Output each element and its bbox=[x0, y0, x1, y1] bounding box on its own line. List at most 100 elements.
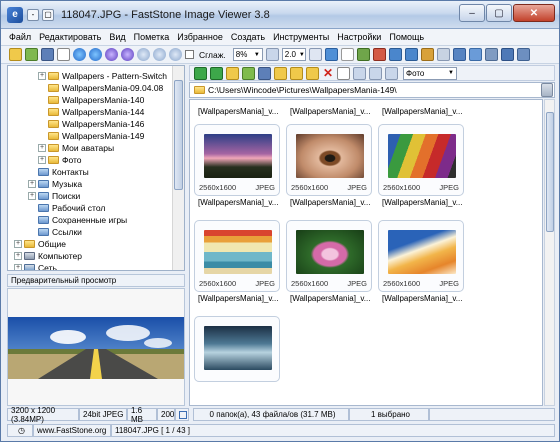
tree-item[interactable]: WallpapersMania-09.04.08 bbox=[48, 82, 163, 94]
maximize-button[interactable]: ▢ bbox=[486, 4, 512, 22]
next-icon[interactable] bbox=[121, 48, 134, 61]
thumbnails-view-icon[interactable] bbox=[353, 66, 366, 80]
recycle-icon[interactable] bbox=[541, 83, 553, 97]
layout-icon[interactable] bbox=[516, 48, 530, 61]
tree-item[interactable]: Ссылки bbox=[38, 226, 82, 238]
thumbnail[interactable]: 2560x1600 JPEG bbox=[194, 124, 280, 196]
filter-icon[interactable] bbox=[385, 66, 398, 80]
copy-to-icon[interactable] bbox=[290, 66, 303, 80]
expand-icon[interactable]: + bbox=[14, 252, 22, 260]
tree-item[interactable]: WallpapersMania-140 bbox=[48, 94, 144, 106]
menu-view[interactable]: Вид bbox=[109, 32, 125, 42]
menu-create[interactable]: Создать bbox=[231, 32, 265, 42]
favorites-icon[interactable] bbox=[258, 66, 271, 80]
rotate-right-icon[interactable] bbox=[404, 48, 418, 61]
close-button[interactable]: ✕ bbox=[513, 4, 555, 22]
thumbnail[interactable] bbox=[194, 316, 280, 382]
restore-small-icon[interactable]: ▢ bbox=[42, 8, 54, 21]
redeye-icon[interactable] bbox=[372, 48, 386, 61]
crop-icon[interactable] bbox=[356, 48, 370, 61]
tree-item[interactable]: + Фото bbox=[38, 154, 82, 166]
slideshow-icon[interactable] bbox=[484, 48, 498, 61]
browse-icon[interactable] bbox=[25, 48, 38, 61]
tree-item[interactable]: + Поиски bbox=[28, 190, 80, 202]
print-icon[interactable] bbox=[57, 48, 70, 61]
expand-icon[interactable]: + bbox=[14, 264, 22, 270]
thumbnail[interactable]: 2560x1600 JPEG bbox=[378, 124, 464, 196]
email-icon[interactable] bbox=[452, 48, 466, 61]
tree-item[interactable]: Рабочий стол bbox=[38, 202, 105, 214]
zoom-select[interactable]: 8% ▼ bbox=[232, 48, 263, 61]
tree-item[interactable]: + Компьютер bbox=[14, 250, 82, 262]
folder-up-icon[interactable] bbox=[226, 66, 239, 80]
zoom-out-icon[interactable] bbox=[153, 48, 166, 61]
tree-item-selected[interactable]: WallpapersMania-149 bbox=[48, 130, 144, 142]
website-link[interactable]: www.FastStone.org bbox=[33, 423, 111, 437]
expand-icon[interactable]: + bbox=[14, 240, 22, 248]
menu-file[interactable]: Файл bbox=[9, 32, 31, 42]
back-icon[interactable] bbox=[73, 48, 86, 61]
expand-icon[interactable]: + bbox=[38, 156, 46, 164]
clock-icon[interactable]: ◷ bbox=[7, 423, 33, 437]
menu-favorites[interactable]: Избранное bbox=[177, 32, 223, 42]
move-to-icon[interactable] bbox=[306, 66, 319, 80]
rotate-left-icon[interactable] bbox=[388, 48, 402, 61]
thumbnail-grid[interactable]: [WallpapersMania]_v... [WallpapersMania]… bbox=[189, 99, 543, 406]
sort-icon[interactable] bbox=[369, 66, 382, 80]
folder-tree[interactable]: + Wallpapers - Pattern-Switch WallpapersM… bbox=[7, 65, 185, 271]
minimize-button[interactable]: – bbox=[459, 4, 485, 22]
expand-icon[interactable]: + bbox=[38, 72, 46, 80]
tree-item[interactable]: + Wallpapers - Pattern-Switch bbox=[38, 70, 167, 82]
select-tool-icon[interactable] bbox=[324, 48, 338, 61]
compare-icon[interactable] bbox=[436, 48, 450, 61]
tree-item[interactable]: + Общие bbox=[14, 238, 66, 250]
new-folder-icon[interactable] bbox=[274, 66, 287, 80]
zoom-grid-icon[interactable] bbox=[265, 48, 279, 61]
fullscreen-icon[interactable] bbox=[468, 48, 482, 61]
grid-scroll-thumb[interactable] bbox=[546, 112, 554, 232]
details-view-icon[interactable] bbox=[337, 66, 350, 80]
window-menu-icon[interactable]: - bbox=[27, 8, 39, 21]
tree-scroll-thumb[interactable] bbox=[174, 80, 183, 190]
page-icon[interactable] bbox=[340, 48, 354, 61]
filter-select[interactable]: Фото ▼ bbox=[403, 66, 457, 80]
expand-icon[interactable]: + bbox=[28, 192, 36, 200]
tree-item[interactable]: + Мои аватары bbox=[38, 142, 114, 154]
previous-icon[interactable] bbox=[105, 48, 118, 61]
hand-tool-icon[interactable] bbox=[308, 48, 322, 61]
path-bar[interactable]: C:\Users\Wincode\Pictures\WallpapersMani… bbox=[189, 82, 555, 98]
forward-icon[interactable] bbox=[89, 48, 102, 61]
ratio-select[interactable]: 2.0 ▼ bbox=[281, 48, 306, 61]
tree-item[interactable]: Сохраненные игры bbox=[38, 214, 127, 226]
tree-item[interactable]: WallpapersMania-144 bbox=[48, 106, 144, 118]
tree-item[interactable]: + Музыка bbox=[28, 178, 82, 190]
smooth-checkbox[interactable] bbox=[185, 50, 194, 59]
fit-icon[interactable] bbox=[169, 48, 182, 61]
thumbnail[interactable]: 2560x1600 JPEG bbox=[194, 220, 280, 292]
zoom-in-icon[interactable] bbox=[137, 48, 150, 61]
tree-scrollbar[interactable] bbox=[172, 66, 184, 270]
menu-edit[interactable]: Редактировать bbox=[39, 32, 101, 42]
thumbnail[interactable]: 2560x1600 JPEG bbox=[378, 220, 464, 292]
menu-tools[interactable]: Инструменты bbox=[273, 32, 329, 42]
refresh-icon[interactable] bbox=[242, 66, 255, 80]
tree-item[interactable]: + Сеть bbox=[14, 262, 57, 270]
grid-scrollbar[interactable] bbox=[544, 99, 555, 406]
menu-help[interactable]: Помощь bbox=[389, 32, 424, 42]
thumbnail[interactable]: 2560x1600 JPEG bbox=[286, 124, 372, 196]
thumbnail[interactable]: 2560x1600 JPEG bbox=[286, 220, 372, 292]
expand-icon[interactable]: + bbox=[38, 144, 46, 152]
menu-settings[interactable]: Настройки bbox=[337, 32, 381, 42]
save-icon[interactable] bbox=[41, 48, 54, 61]
back-icon[interactable] bbox=[194, 66, 207, 80]
expand-icon[interactable]: + bbox=[28, 180, 36, 188]
forward-icon[interactable] bbox=[210, 66, 223, 80]
path-input[interactable]: C:\Users\Wincode\Pictures\WallpapersMani… bbox=[208, 85, 543, 95]
menu-tag[interactable]: Пометка bbox=[134, 32, 170, 42]
tree-item[interactable]: WallpapersMania-146 bbox=[48, 118, 144, 130]
resize-icon[interactable] bbox=[420, 48, 434, 61]
tree-item[interactable]: Контакты bbox=[38, 166, 89, 178]
settings-icon[interactable] bbox=[500, 48, 514, 61]
open-folder-icon[interactable] bbox=[9, 48, 22, 61]
delete-icon[interactable]: ✕ bbox=[322, 66, 334, 80]
